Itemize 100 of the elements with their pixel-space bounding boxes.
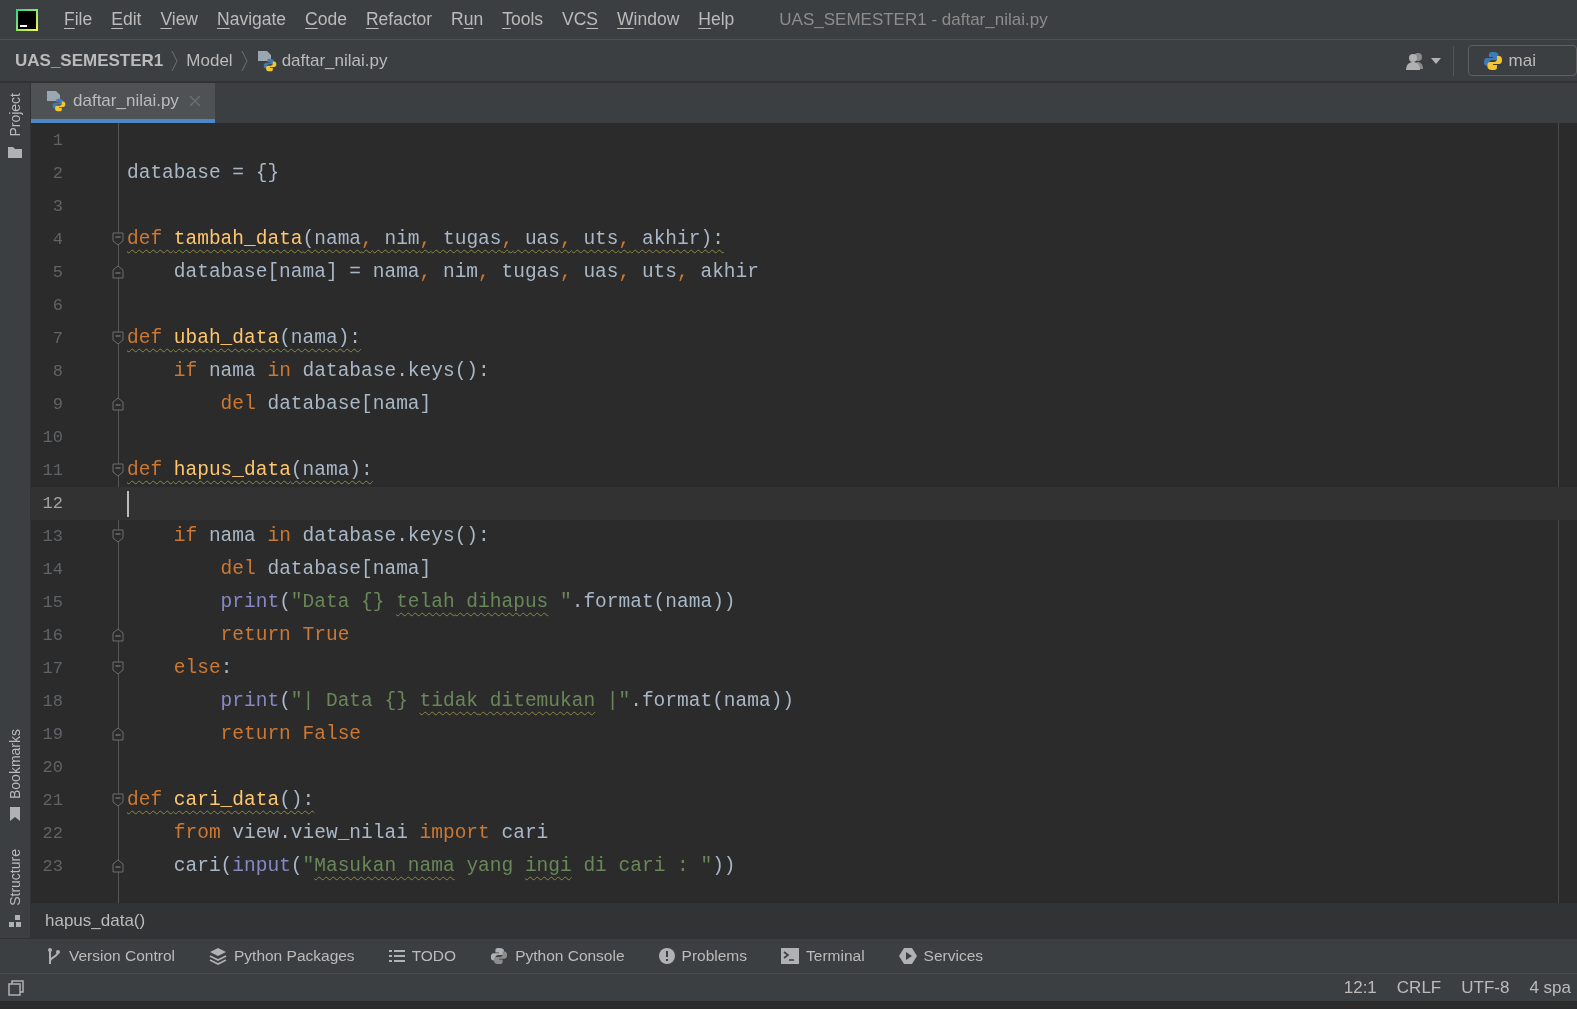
- code-line: print("Data {} telah dihapus ".format(nama)): [219, 589, 736, 615]
- line-number: 8: [51, 360, 63, 383]
- menu-item[interactable]: File: [64, 6, 93, 33]
- breadcrumb[interactable]: UAS_SEMESTER1: [15, 47, 164, 74]
- menu-item[interactable]: Window: [617, 6, 680, 33]
- text-cursor: [127, 490, 129, 517]
- menu-item[interactable]: Refactor: [365, 6, 433, 33]
- line-number: 20: [41, 756, 63, 779]
- menu-item[interactable]: Tools: [502, 6, 544, 33]
- structure-icon: [8, 914, 22, 928]
- code-line: def hapus_data(nama):: [127, 457, 373, 483]
- tool-window-button[interactable]: TODO: [388, 944, 457, 968]
- code-line: database = {}: [127, 160, 280, 186]
- fold-icon[interactable]: [112, 463, 124, 477]
- tool-window-button[interactable]: Version Control: [46, 944, 175, 968]
- code-line: del database[nama]: [219, 391, 432, 417]
- breadcrumb[interactable]: hapus_data(): [45, 908, 146, 934]
- menu-item[interactable]: Help: [698, 6, 735, 33]
- run-configuration-button[interactable]: mai: [1467, 45, 1577, 76]
- tool-window-button[interactable]: Problems: [658, 944, 748, 968]
- fold-icon[interactable]: [112, 331, 124, 345]
- side-tool-tab[interactable]: Bookmarks: [4, 729, 26, 800]
- line-number: 5: [51, 261, 63, 284]
- python-icon: [1482, 50, 1503, 71]
- line-number: 11: [41, 459, 63, 482]
- chevron-icon: [171, 48, 179, 73]
- menu-item[interactable]: Navigate: [217, 6, 287, 33]
- unfold-icon[interactable]: [112, 265, 124, 279]
- fold-icon[interactable]: [112, 793, 124, 807]
- line-number: 17: [41, 657, 63, 680]
- line-number: 13: [41, 525, 63, 548]
- menu-item[interactable]: Code: [305, 6, 347, 33]
- menu-item[interactable]: VCS: [562, 6, 599, 33]
- line-number: 7: [51, 327, 63, 350]
- code-line: if nama in database.keys():: [172, 523, 490, 549]
- line-number: 16: [41, 624, 63, 647]
- unfold-icon[interactable]: [112, 859, 124, 873]
- user-menu-button[interactable]: [1404, 51, 1441, 70]
- status-item[interactable]: UTF-8: [1461, 974, 1510, 1001]
- tool-window-button[interactable]: Services: [898, 944, 984, 968]
- tool-window-button[interactable]: Terminal: [781, 944, 865, 968]
- code-line: database[nama] = nama, nim, tugas, uas, uts, akhir: [172, 259, 759, 285]
- code-line: return False: [219, 721, 362, 747]
- code-line: if nama in database.keys():: [172, 358, 490, 384]
- fold-icon[interactable]: [112, 661, 124, 675]
- fold-icon[interactable]: [112, 529, 124, 543]
- unfold-icon[interactable]: [112, 727, 124, 741]
- code-line: cari(input("Masukan nama yang ingi di cari : ")): [172, 853, 736, 879]
- caret-icon: [1430, 57, 1441, 64]
- line-number: 10: [41, 426, 63, 449]
- chevron-icon: [240, 48, 248, 73]
- layers-icon: [209, 947, 227, 965]
- code-line: def tambah_data(nama, nim, tugas, uas, uts, akhir):: [127, 226, 724, 252]
- side-tool-tab[interactable]: Project: [4, 93, 26, 137]
- line-number: 18: [41, 690, 63, 713]
- unfold-icon[interactable]: [112, 397, 124, 411]
- line-number: 12: [41, 492, 63, 515]
- panel-toggle-icon[interactable]: [8, 979, 24, 996]
- status-item[interactable]: CRLF: [1396, 974, 1442, 1001]
- play-icon: [898, 947, 917, 965]
- code-line: del database[nama]: [219, 556, 432, 582]
- line-number: 9: [51, 393, 63, 416]
- unfold-icon[interactable]: [112, 628, 124, 642]
- line-number: 14: [41, 558, 63, 581]
- code-line: def cari_data():: [127, 787, 315, 813]
- python-file-icon: [45, 90, 67, 112]
- line-number: 23: [41, 855, 63, 878]
- menu-item[interactable]: Edit: [111, 6, 142, 33]
- breadcrumb[interactable]: Model: [186, 47, 233, 74]
- tool-window-button[interactable]: Python Console: [490, 944, 625, 968]
- line-number: 15: [41, 591, 63, 614]
- line-number: 2: [51, 162, 63, 185]
- code-line: from view.view_nilai import cari: [172, 820, 549, 846]
- line-number: 22: [41, 822, 63, 845]
- code-line: def ubah_data(nama):: [127, 325, 362, 351]
- warning-icon: [658, 948, 675, 964]
- line-number: 1: [51, 129, 63, 152]
- line-number: 6: [51, 294, 63, 317]
- code-line: else:: [172, 655, 233, 681]
- close-icon[interactable]: [188, 95, 201, 107]
- python-file-icon: [255, 49, 278, 72]
- bookmark-icon: [8, 807, 22, 822]
- line-number: 4: [51, 228, 63, 251]
- tool-window-button[interactable]: Python Packages: [209, 944, 355, 968]
- status-item[interactable]: 4 spa: [1529, 974, 1571, 1001]
- editor-tab[interactable]: daftar_nilai.py: [31, 83, 215, 123]
- menu-item[interactable]: Run: [451, 6, 484, 33]
- window-title: UAS_SEMESTER1 - daftar_nilai.py: [779, 8, 1048, 31]
- side-tool-tab[interactable]: Structure: [4, 849, 26, 906]
- list-icon: [388, 949, 405, 963]
- menu-item[interactable]: View: [160, 6, 198, 33]
- terminal-icon: [781, 948, 800, 964]
- code-line: return True: [219, 622, 350, 648]
- app-logo-icon: [16, 8, 38, 31]
- branch-icon: [46, 947, 62, 965]
- status-item[interactable]: 12:1: [1343, 974, 1377, 1001]
- fold-icon[interactable]: [112, 232, 124, 246]
- breadcrumb[interactable]: daftar_nilai.py: [255, 47, 388, 74]
- python-icon: [490, 947, 509, 965]
- code-line: print("| Data {} tidak ditemukan |".format(nama)): [219, 688, 795, 714]
